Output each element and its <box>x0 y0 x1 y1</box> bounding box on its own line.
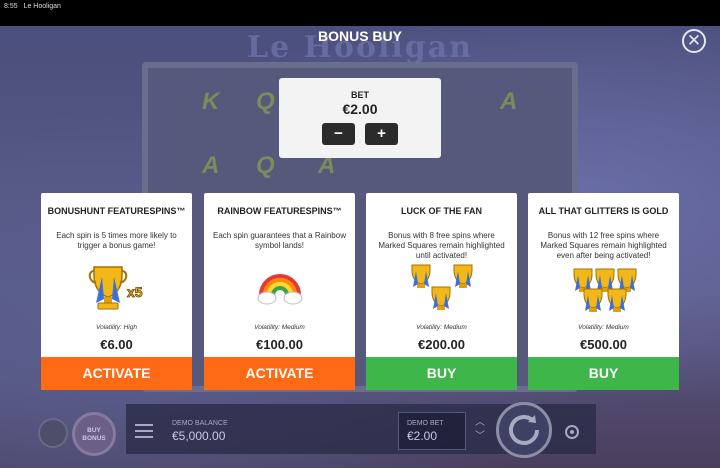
status-bar: 8:55 Le Hooligan <box>0 0 720 26</box>
increase-bet-button[interactable]: + <box>365 123 398 145</box>
card-description: Each spin is 5 times more likely to trig… <box>56 231 177 250</box>
close-button[interactable]: ✕ <box>682 29 706 53</box>
card-price: €500.00 <box>580 337 627 352</box>
three-trophies-icon <box>366 259 517 315</box>
card-volatility: Volatility: Medium <box>578 324 629 331</box>
card-price: €100.00 <box>256 337 303 352</box>
card-price: €6.00 <box>100 337 133 352</box>
status-app-name: Le Hooligan <box>23 3 61 10</box>
five-trophies-icon <box>528 259 679 315</box>
bet-label: BET <box>351 90 369 100</box>
bet-value: €2.00 <box>342 101 378 117</box>
feature-card-all-that-glitters: ALL THAT GLITTERS IS GOLD Bonus with 12 … <box>528 193 679 390</box>
bet-controls: − + <box>279 123 441 145</box>
reel-symbol: Q <box>256 88 275 115</box>
buy-button[interactable]: BUY <box>366 357 517 390</box>
reel-symbol: Q <box>256 152 275 179</box>
decrease-bet-button[interactable]: − <box>322 123 355 145</box>
activate-button[interactable]: ACTIVATE <box>41 357 192 390</box>
card-volatility: Volatility: Medium <box>254 324 305 331</box>
autoplay-icon[interactable] <box>562 422 582 442</box>
buy-bonus-button[interactable]: BUY BONUS <box>72 412 116 456</box>
status-time: 8:55 <box>4 3 18 10</box>
bet-arrows-icon[interactable]: ︿ ﹀ <box>472 416 488 448</box>
card-volatility: Volatility: High <box>96 324 137 331</box>
card-volatility: Volatility: Medium <box>416 324 467 331</box>
feature-card-luck-of-the-fan: LUCK OF THE FAN Bonus with 8 free spins … <box>366 193 517 390</box>
card-description: Bonus with 8 free spins where Marked Squ… <box>378 231 505 260</box>
balance-label: DEMO BALANCE <box>172 420 228 427</box>
balance-value: €5,000.00 <box>172 429 226 443</box>
feature-card-rainbow: RAINBOW FEATURESPINS™ Each spin guarante… <box>204 193 355 390</box>
activate-button[interactable]: ACTIVATE <box>204 357 355 390</box>
menu-icon[interactable] <box>135 424 153 438</box>
modal-title: BONUS BUY <box>317 28 402 44</box>
reel-symbol: K <box>202 88 220 115</box>
demo-bet-value: €2.00 <box>407 429 438 443</box>
spin-icon <box>509 415 539 445</box>
reel-symbol: A <box>202 152 220 179</box>
card-title: LUCK OF THE FAN <box>401 206 482 216</box>
card-title: RAINBOW FEATURESPINS™ <box>217 206 342 216</box>
close-icon: ✕ <box>686 31 702 50</box>
speaker-icon[interactable] <box>38 418 68 448</box>
reel-symbol: A <box>500 88 518 115</box>
multiplier-text: x5 <box>127 284 143 300</box>
bet-panel: BET €2.00 − + <box>279 78 441 158</box>
card-title: BONUSHUNT FEATURESPINS™ <box>47 206 186 216</box>
card-description: Bonus with 12 free spins where Marked Sq… <box>540 231 667 260</box>
rainbow-icon <box>204 259 355 315</box>
card-price: €200.00 <box>418 337 465 352</box>
card-description: Each spin guarantees that a Rainbow symb… <box>213 231 346 250</box>
card-title: ALL THAT GLITTERS IS GOLD <box>538 206 669 216</box>
trophy-x5-icon: x5 <box>41 259 192 315</box>
demo-bet-label: DEMO BET <box>407 420 444 427</box>
spin-button[interactable] <box>496 402 552 458</box>
buy-button[interactable]: BUY <box>528 357 679 390</box>
feature-card-bonushunt: BONUSHUNT FEATURESPINS™ Each spin is 5 t… <box>41 193 192 390</box>
